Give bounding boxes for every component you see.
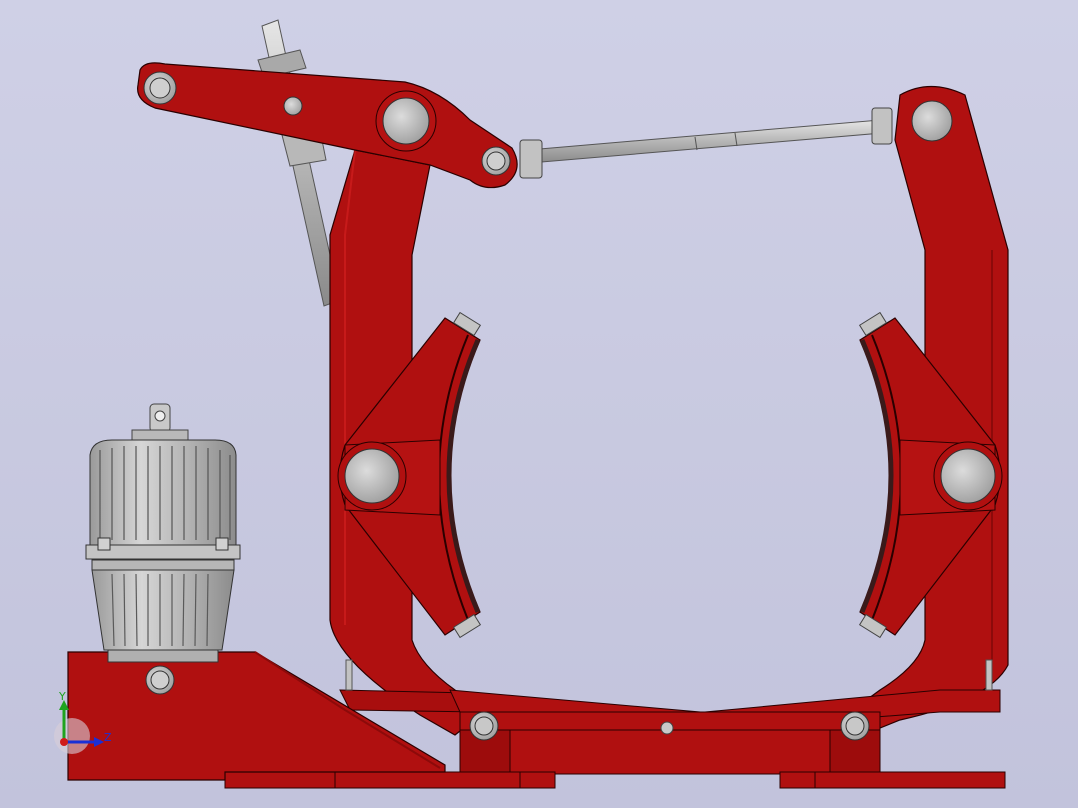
triad-z-label: Z	[104, 731, 112, 744]
right-arm-top-pin	[911, 100, 953, 142]
top-lever-arm[interactable]	[137, 62, 518, 189]
electro-hydraulic-thruster[interactable]	[85, 403, 241, 663]
lever-tip-pin	[481, 146, 511, 176]
drum-brake-model[interactable]: Y Z	[0, 0, 1078, 808]
left-shoe-pivot-pin	[337, 441, 407, 511]
thruster-push-rod	[257, 19, 341, 307]
tie-rod[interactable]	[519, 107, 893, 179]
triad-y-label: Y	[58, 690, 66, 703]
lever-end-pin	[143, 71, 177, 105]
lever-small-pin	[283, 96, 303, 116]
right-base-pivot-pin	[840, 711, 870, 741]
lever-main-pivot	[375, 90, 437, 152]
right-shoe-pivot-pin	[933, 441, 1003, 511]
cad-viewport[interactable]: Y Z	[0, 0, 1078, 808]
bracket-pin	[145, 665, 175, 695]
left-base-pivot-pin	[469, 711, 499, 741]
